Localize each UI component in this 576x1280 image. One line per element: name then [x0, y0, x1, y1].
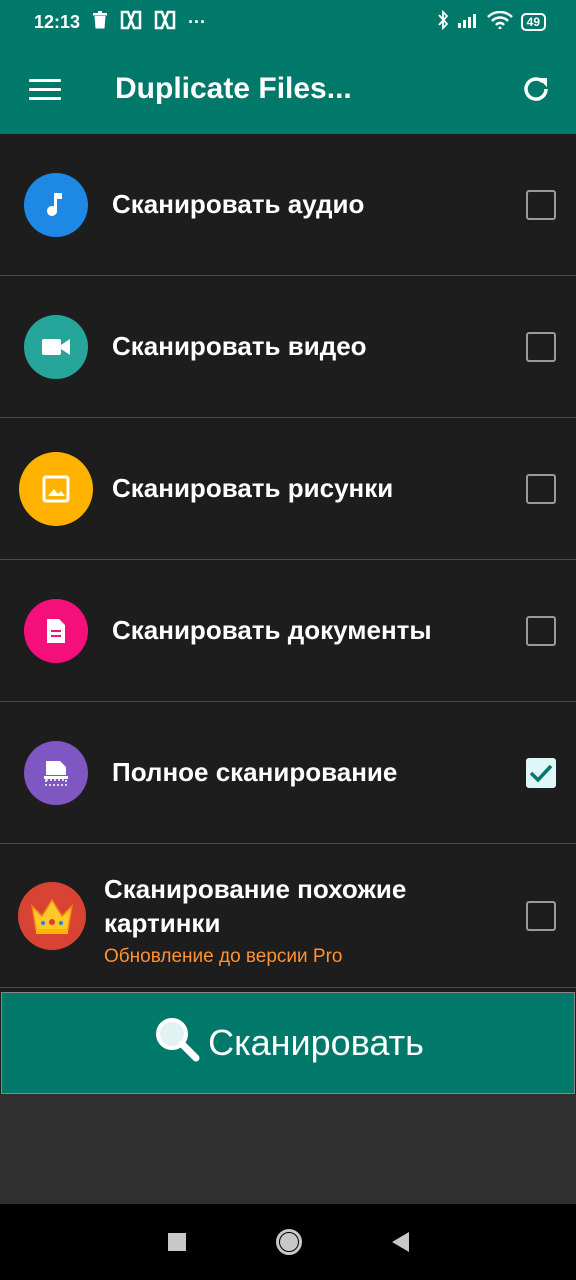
crown-icon — [18, 881, 86, 950]
recents-button[interactable] — [167, 1233, 186, 1251]
status-time: 12:13 — [34, 11, 81, 32]
option-checkbox[interactable] — [526, 615, 556, 646]
scan-button[interactable]: Сканировать — [1, 992, 575, 1094]
scan-options-list: Сканировать аудио Сканировать видео Скан… — [0, 134, 576, 988]
app-icon — [154, 10, 176, 35]
video-camera-icon — [24, 314, 88, 379]
image-icon — [19, 451, 93, 526]
app-bar: Duplicate Files... — [0, 44, 576, 134]
more-notifications: ··· — [188, 11, 207, 32]
option-label: Сканировать аудио — [112, 189, 365, 219]
refresh-icon[interactable] — [496, 44, 576, 134]
home-button[interactable] — [275, 1229, 302, 1255]
option-label: Сканировать видео — [112, 331, 367, 361]
document-icon — [24, 598, 88, 663]
option-scan-images[interactable]: Сканировать рисунки — [0, 418, 576, 560]
empty-area — [0, 1094, 576, 1204]
option-scan-video[interactable]: Сканировать видео — [0, 276, 576, 418]
menu-icon[interactable] — [0, 44, 90, 134]
search-icon — [152, 1014, 202, 1073]
wifi-icon — [486, 10, 513, 34]
app-title: Duplicate Files... — [115, 72, 352, 105]
option-label: Сканировать документы — [112, 615, 432, 645]
status-bar: 12:13 ··· 49 — [0, 0, 576, 44]
bluetooth-icon — [437, 9, 449, 35]
option-similar-images-pro[interactable]: Сканирование похожие картинки Обновление… — [0, 844, 576, 988]
option-scan-audio[interactable]: Сканировать аудио — [0, 134, 576, 276]
music-note-icon — [24, 172, 88, 237]
option-label: Сканирование похожие картинки — [104, 874, 407, 938]
option-scan-documents[interactable]: Сканировать документы — [0, 560, 576, 702]
signal-icon — [457, 12, 479, 33]
scanner-icon — [24, 740, 88, 805]
back-button[interactable] — [391, 1232, 409, 1252]
battery-indicator: 49 — [520, 13, 546, 31]
option-checkbox[interactable] — [526, 189, 556, 220]
option-checkbox[interactable] — [526, 473, 556, 504]
option-full-scan[interactable]: Полное сканирование — [0, 702, 576, 844]
app-icon — [120, 10, 142, 35]
option-checkbox[interactable] — [526, 900, 556, 931]
system-nav-bar — [0, 1204, 576, 1280]
scan-button-label: Сканировать — [208, 1022, 424, 1063]
option-checkbox-checked[interactable] — [526, 757, 556, 788]
option-label: Сканировать рисунки — [112, 473, 394, 503]
option-label: Полное сканирование — [112, 757, 398, 787]
upgrade-pro-link[interactable]: Обновление до версии Pro — [104, 946, 464, 968]
option-checkbox[interactable] — [526, 331, 556, 362]
trash-icon — [92, 10, 108, 34]
